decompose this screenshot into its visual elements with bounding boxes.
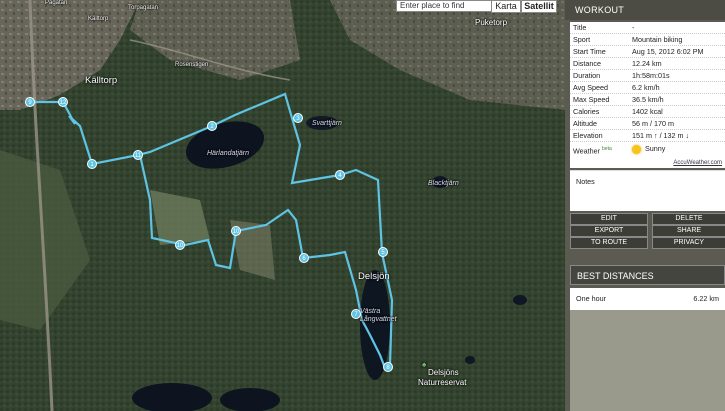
detail-value: Sunny	[632, 142, 665, 156]
lake-label-harlandatjarn: Härlandatjärn	[207, 150, 250, 157]
detail-row-max-speed: Max Speed 36.5 km/h	[570, 94, 725, 106]
reserve-label-line2: Naturreservat	[418, 378, 467, 387]
detail-row-sport: Sport Mountain biking	[570, 34, 725, 46]
panel-background	[570, 310, 725, 411]
detail-key: Max Speed	[573, 95, 610, 104]
route-marker-7-11[interactable]: 7	[351, 309, 361, 319]
lake-label-svarttjarn: Svarttjärn	[312, 120, 342, 127]
route-marker-8-12[interactable]: 8	[383, 362, 393, 372]
detail-key: Title	[573, 23, 587, 32]
detail-key: Avg Speed	[573, 83, 609, 92]
detail-key: Distance	[573, 59, 601, 68]
satellite-map[interactable]: Enter place to find Karta Satellit Pagat…	[0, 0, 565, 411]
detail-value: 56 m / 170 m	[632, 119, 674, 128]
detail-value: 151 m ↑ / 132 m ↓	[632, 131, 690, 140]
lake-label-blacktjarn: Blacktjärn	[428, 180, 459, 187]
route-marker-4-6[interactable]: 4	[335, 170, 345, 180]
detail-row-calories: Calories 1402 kcal	[570, 106, 725, 118]
map-imagery	[0, 0, 565, 411]
tab-map[interactable]: Karta	[491, 0, 521, 13]
route-marker-6-8[interactable]: 6	[299, 253, 309, 263]
detail-row-start-time: Start Time Aug 15, 2012 6:02 PM	[570, 46, 725, 58]
route-marker-5-7[interactable]: 5	[378, 247, 388, 257]
detail-key: Sport	[573, 35, 591, 44]
privacy-button[interactable]: PRIVACY	[652, 237, 725, 249]
street-label-pagatan: Pagatan	[45, 0, 68, 6]
detail-value: -	[632, 23, 635, 32]
beta-badge: beta	[602, 146, 612, 152]
place-label-puketorp: Puketorp	[475, 18, 508, 27]
detail-row-weather: Weather beta Sunny	[570, 142, 725, 156]
sun-icon	[632, 144, 641, 154]
weather-value: Sunny	[645, 144, 666, 153]
detail-value: 12.24 km	[632, 59, 662, 68]
weather-key: Weather	[573, 146, 601, 156]
accuweather-link[interactable]: AccuWeather.com	[673, 160, 722, 166]
detail-row-distance: Distance 12.24 km	[570, 58, 725, 70]
share-button[interactable]: SHARE	[652, 225, 725, 237]
detail-value: 6.2 km/h	[632, 83, 660, 92]
route-marker-2-4[interactable]: 2	[207, 121, 217, 131]
detail-key: Calories	[573, 107, 600, 116]
best-distance-key: One hour	[576, 294, 606, 303]
place-search-input[interactable]: Enter place to find	[396, 0, 496, 12]
workout-panel: WORKOUT Title - Sport Mountain biking Star…	[565, 0, 725, 411]
route-marker-11-3[interactable]: 11	[133, 150, 143, 160]
export-button[interactable]: EXPORT	[570, 225, 648, 237]
best-distance-value: 6.22 km	[693, 294, 719, 303]
best-distance-row: One hour 6.22 km	[570, 288, 725, 310]
detail-key: Elevation	[573, 131, 603, 140]
reserve-label-line1: Delsjöns	[428, 368, 459, 377]
route-marker-3-5[interactable]: 3	[293, 113, 303, 123]
street-label-torpagatan: Torpagatan	[128, 5, 159, 11]
lake-label-vastra-langvattnet: Västra Långvattnet	[360, 308, 397, 323]
tab-satellite[interactable]: Satellit	[521, 0, 557, 13]
place-label-delsjon: Delsjön	[358, 271, 390, 282]
route-marker-9-0[interactable]: 9	[25, 97, 35, 107]
detail-row-altitude: Altitude 56 m / 170 m	[570, 118, 725, 130]
best-distances-header: BEST DISTANCES	[570, 265, 725, 285]
detail-key: Start Time	[573, 47, 606, 56]
detail-row-elevation: Elevation 151 m ↑ / 132 m ↓	[570, 130, 725, 142]
delete-button[interactable]: DELETE	[652, 213, 725, 225]
detail-row-title: Title -	[570, 22, 725, 34]
route-marker-1-2[interactable]: 1	[87, 159, 97, 169]
route-marker-10-9[interactable]: 10	[231, 226, 241, 236]
workout-details: Title - Sport Mountain biking Start Time Au…	[570, 22, 725, 168]
detail-value: 1h:58m:01s	[632, 71, 670, 80]
tree-icon: ♠	[422, 360, 427, 369]
detail-value: Mountain biking	[632, 35, 683, 44]
detail-key: Duration	[573, 71, 601, 80]
detail-value: Aug 15, 2012 6:02 PM	[632, 47, 704, 56]
street-label-rosenstigen: Rosenstigen	[175, 62, 209, 68]
detail-value: 36.5 km/h	[632, 95, 664, 104]
route-marker-10-10[interactable]: 10	[175, 240, 185, 250]
to-route-button[interactable]: TO ROUTE	[570, 237, 648, 249]
route-marker-12-1[interactable]: 12	[58, 97, 68, 107]
place-label-kalltorp: Källtorp	[85, 75, 118, 86]
notes-box[interactable]: Notes	[570, 170, 725, 211]
notes-label: Notes	[576, 177, 595, 186]
detail-value: 1402 kcal	[632, 107, 663, 116]
edit-button[interactable]: EDIT	[570, 213, 648, 225]
detail-key: Weather beta	[573, 142, 612, 158]
detail-key: Altitude	[573, 119, 597, 128]
detail-row-avg-speed: Avg Speed 6.2 km/h	[570, 82, 725, 94]
detail-row-duration: Duration 1h:58m:01s	[570, 70, 725, 82]
street-label-kalltorp: Källtorp	[88, 16, 109, 22]
workout-header: WORKOUT	[565, 0, 725, 20]
